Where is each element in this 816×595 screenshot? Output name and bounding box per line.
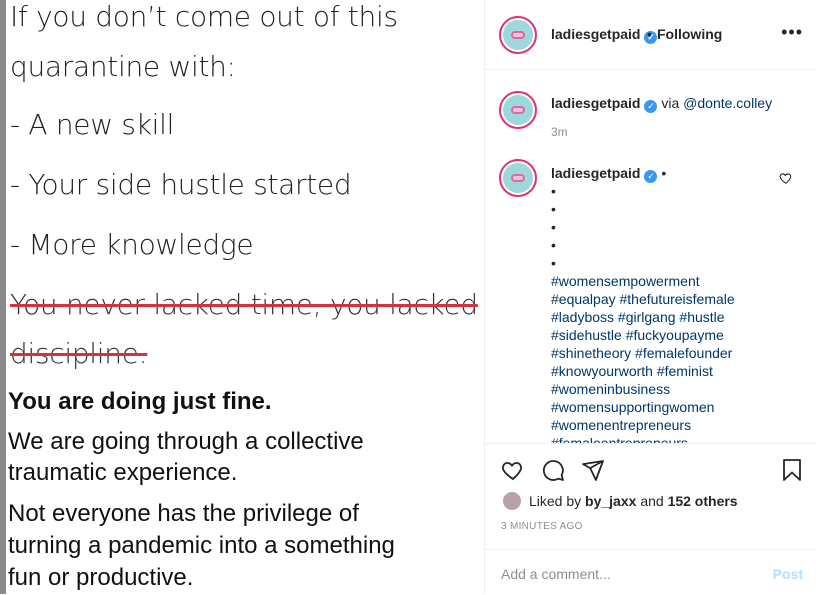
liked-by-and: and bbox=[640, 493, 664, 509]
comment-bullet: • bbox=[551, 237, 556, 253]
avatar[interactable] bbox=[499, 159, 537, 197]
image-text-line: If you don’t come out of this bbox=[10, 0, 398, 33]
verified-icon: ✓ bbox=[644, 170, 658, 183]
image-edge bbox=[0, 0, 6, 594]
comment-bullet: • bbox=[551, 219, 556, 235]
comment-header: ladiesgetpaid ✓ • bbox=[551, 165, 666, 183]
via-text: via bbox=[661, 95, 680, 111]
comment-bullet: • bbox=[551, 183, 556, 199]
hashtag-line[interactable]: #equalpay #thefutureisfemale bbox=[551, 291, 735, 307]
avatar[interactable] bbox=[499, 91, 537, 129]
header-username[interactable]: ladiesgetpaid ✓ bbox=[551, 26, 658, 44]
username-text[interactable]: ladiesgetpaid bbox=[551, 26, 640, 42]
hashtag-line[interactable]: #womensupportingwomen bbox=[551, 399, 714, 415]
image-body-line: fun or productive. bbox=[8, 564, 194, 591]
comment-username[interactable]: ladiesgetpaid bbox=[551, 165, 640, 181]
avatar[interactable] bbox=[499, 16, 537, 54]
add-comment-input[interactable]: Add a comment... bbox=[501, 566, 611, 582]
verified-icon: ✓ bbox=[644, 100, 658, 113]
following-button[interactable]: Following bbox=[657, 26, 722, 42]
hashtag-line[interactable]: #womeninbusiness bbox=[551, 381, 670, 397]
comment-bullet: • bbox=[551, 201, 556, 217]
liked-by-prefix: Liked by bbox=[529, 493, 582, 509]
post-header: ladiesgetpaid ✓ • Following ••• bbox=[485, 0, 816, 70]
image-text-line: quarantine with: bbox=[10, 50, 236, 83]
image-text-line: - A new skill bbox=[10, 108, 175, 141]
image-struck-line: You never lacked time, you lacked bbox=[10, 288, 478, 321]
comments-area[interactable]: ladiesgetpaid ✓ via @donte.colley 3m ladi… bbox=[485, 71, 816, 443]
post-comment-button[interactable]: Post bbox=[773, 566, 803, 582]
header-separator: • bbox=[647, 26, 652, 42]
hashtag-line[interactable]: #knowyourworth #feminist bbox=[551, 363, 713, 379]
caption-time[interactable]: 3m bbox=[551, 125, 568, 139]
comment-icon[interactable] bbox=[541, 458, 565, 482]
image-body-line: turning a pandemic into a something bbox=[8, 532, 395, 559]
image-bold-line: You are doing just fine. bbox=[8, 388, 272, 415]
post-sidebar: ladiesgetpaid ✓ • Following ••• ladiesget… bbox=[484, 0, 816, 594]
liked-by-text: Liked by by_jaxx and 152 others bbox=[529, 493, 738, 509]
hashtag-line[interactable]: #womensempowerment bbox=[551, 273, 700, 289]
more-horizontal-icon[interactable]: ••• bbox=[781, 22, 803, 43]
hashtag-line[interactable]: #sidehustle #fuckyoupayme bbox=[551, 327, 724, 343]
comment-bullet: • bbox=[551, 255, 556, 271]
share-icon[interactable] bbox=[581, 458, 605, 482]
image-body-line: traumatic experience. bbox=[8, 459, 238, 486]
heart-icon[interactable] bbox=[501, 458, 525, 482]
post-image: If you don’t come out of this quarantine… bbox=[0, 0, 484, 594]
image-text-line: - Your side hustle started bbox=[10, 168, 352, 201]
bookmark-icon[interactable] bbox=[781, 458, 803, 482]
liked-by-others[interactable]: 152 others bbox=[668, 493, 738, 509]
add-comment-bar: Add a comment... Post bbox=[485, 549, 816, 595]
hashtag-line[interactable]: #femaleentrepreneurs bbox=[551, 435, 688, 443]
post-timestamp[interactable]: 3 MINUTES AGO bbox=[501, 521, 583, 532]
hashtag-line[interactable]: #shinetheory #femalefounder bbox=[551, 345, 732, 361]
image-struck-line: discipline. bbox=[10, 337, 148, 370]
image-body-line: We are going through a collective bbox=[8, 428, 364, 455]
liker-avatar[interactable] bbox=[503, 492, 521, 510]
image-text-line: - More knowledge bbox=[10, 228, 254, 261]
comment-like-icon[interactable] bbox=[779, 171, 793, 185]
comment-trailing: • bbox=[661, 165, 667, 181]
hashtag-line[interactable]: #womenentrepreneurs bbox=[551, 417, 691, 433]
hashtag-line[interactable]: #ladyboss #girlgang #hustle bbox=[551, 309, 725, 325]
image-body-line: Not everyone has the privilege of bbox=[8, 500, 359, 527]
liked-by-user[interactable]: by_jaxx bbox=[585, 493, 636, 509]
caption-text: ladiesgetpaid ✓ via @donte.colley bbox=[551, 95, 772, 113]
via-handle-link[interactable]: @donte.colley bbox=[683, 95, 772, 111]
caption-username[interactable]: ladiesgetpaid bbox=[551, 95, 640, 111]
post-actions: Liked by by_jaxx and 152 others 3 MINUTE… bbox=[485, 443, 816, 594]
